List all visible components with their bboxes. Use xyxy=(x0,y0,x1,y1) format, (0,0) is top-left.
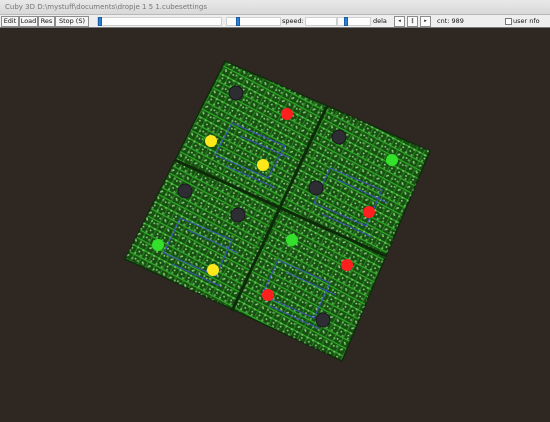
slider-thumb-2[interactable] xyxy=(236,17,240,26)
node-dark xyxy=(177,183,193,199)
title-bar: Cuby 3D D:\mystuff\documents\dropje 1 5 … xyxy=(0,0,550,15)
delay-label: dela xyxy=(373,17,387,25)
led-red xyxy=(262,289,274,301)
edit-button[interactable]: Edit xyxy=(1,16,19,27)
node-dark xyxy=(228,85,244,101)
slider-track-4[interactable] xyxy=(337,17,371,26)
step-forward-button[interactable]: ▸ xyxy=(420,16,431,27)
led-yellow xyxy=(257,159,269,171)
led-red xyxy=(281,108,293,120)
window-title: Cuby 3D D:\mystuff\documents\dropje 1 5 … xyxy=(5,3,207,11)
led-green xyxy=(152,239,164,251)
stop-button[interactable]: Stop (S) xyxy=(55,16,89,27)
toolbar: Edit Load Res Stop (S) speed: dela ◂ ‖ ▸… xyxy=(0,15,550,28)
cube-render xyxy=(123,60,431,363)
led-green xyxy=(286,234,298,246)
slider-thumb-4[interactable] xyxy=(344,17,348,26)
node-dark xyxy=(315,312,331,328)
load-button[interactable]: Load xyxy=(19,16,38,27)
user-info-label: user nfo xyxy=(513,17,540,25)
led-yellow xyxy=(207,264,219,276)
step-back-button[interactable]: ◂ xyxy=(394,16,405,27)
led-red xyxy=(363,206,375,218)
slider-track-2[interactable] xyxy=(226,17,281,26)
user-info-checkbox[interactable] xyxy=(505,18,512,25)
led-red xyxy=(341,259,353,271)
node-dark xyxy=(308,180,324,196)
pause-button[interactable]: ‖ xyxy=(407,16,418,27)
count-label: cnt: 989 xyxy=(437,17,464,25)
node-dark xyxy=(230,207,246,223)
slider-track-3[interactable] xyxy=(305,17,337,26)
reset-button[interactable]: Res xyxy=(38,16,55,27)
speed-label: speed: xyxy=(282,17,304,25)
3d-viewport[interactable] xyxy=(0,28,550,418)
slider-thumb-1[interactable] xyxy=(98,17,102,26)
node-dark xyxy=(331,129,347,145)
led-green xyxy=(386,154,398,166)
led-yellow xyxy=(205,135,217,147)
slider-track-1[interactable] xyxy=(97,17,222,26)
